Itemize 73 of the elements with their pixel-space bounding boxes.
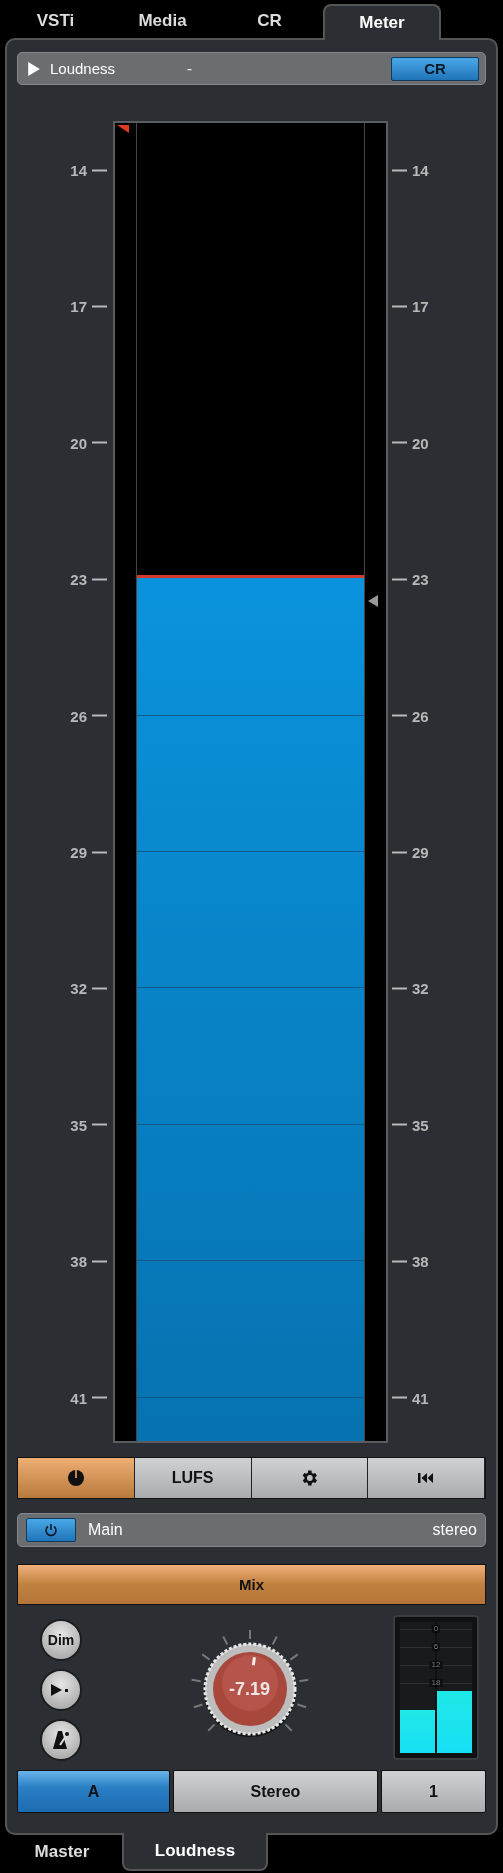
tick-mark [92,1260,107,1263]
tick-mark [392,169,407,171]
scale-label: 29 [70,843,87,861]
tick-mark [392,714,407,717]
scale-label: 41 [70,1389,87,1407]
tick-mark [392,1396,407,1399]
tick-mark [92,851,107,853]
scale-label: 23 [412,570,429,588]
tick-mark [92,1396,107,1399]
tick-mark [392,441,407,444]
scale-label: 26 [412,707,429,725]
output-button[interactable]: Stereo [173,1770,378,1813]
target-marker-icon [368,595,378,607]
dim-button[interactable]: Dim [40,1619,82,1661]
channel-format: stereo [432,1521,477,1539]
top-tab[interactable]: VSTi [2,4,109,38]
power-icon [44,1523,58,1537]
scale-label: 26 [70,707,87,725]
top-tab[interactable]: Media [109,4,216,38]
metronome-button[interactable] [40,1719,82,1761]
skip-back-icon [418,1473,435,1483]
scale-label: 32 [70,979,87,997]
scale-label: 38 [412,1252,429,1270]
tick-mark [92,987,107,990]
scale-label: 41 [412,1389,429,1407]
play-button[interactable] [40,1669,82,1711]
tick-mark [92,305,107,308]
top-tab[interactable]: Meter [323,4,441,40]
cr-button[interactable]: CR [391,56,479,81]
bottom-tab[interactable]: Loudness [122,1833,268,1871]
tick-mark [92,714,107,717]
header-value: - [187,60,193,77]
output-button[interactable]: A [17,1770,170,1813]
meter-tool-button[interactable]: LUFS [134,1458,252,1498]
power-toggle[interactable] [26,1518,76,1542]
scale-label: 29 [412,843,429,861]
channel-name: Main [88,1521,123,1539]
scale-label: 14 [412,161,429,179]
top-tab[interactable]: CR [216,4,323,38]
tick-mark [92,1123,107,1126]
scale-label: 38 [70,1252,87,1270]
scale-label: 17 [70,297,87,315]
scale-label: 20 [412,434,429,452]
tick-mark [392,1260,407,1263]
tick-mark [92,169,107,171]
meter-tool-button[interactable] [251,1458,369,1498]
meter-scale-label: 6 [431,1643,441,1651]
scale-label: 35 [70,1116,87,1134]
tick-mark [392,578,407,581]
output-button[interactable]: 1 [381,1770,486,1813]
meter-tool-button[interactable] [18,1458,135,1498]
mix-button[interactable]: Mix [17,1564,486,1605]
metronome-icon [52,1730,70,1750]
tick-mark [92,441,107,444]
header-title: Loudness [50,60,116,77]
expand-icon [28,61,40,76]
meter-tool-button[interactable] [368,1458,485,1498]
scale-label: 35 [412,1116,429,1134]
tick-mark [392,851,407,853]
scale-label: 20 [70,434,87,452]
scale-label: 17 [412,297,429,315]
scale-label: 32 [412,979,429,997]
tick-mark [392,1123,407,1126]
play-icon [51,1684,71,1696]
meter-scale-label: 0 [431,1625,441,1633]
tick-mark [92,578,107,581]
bottom-tab[interactable]: Master [2,1835,122,1869]
scale-label: 14 [70,161,87,179]
dial-icon [66,1469,85,1487]
tick-mark [392,305,407,308]
peak-flag-icon [117,125,129,133]
tick-mark [392,987,407,990]
scale-label: 23 [70,570,87,588]
